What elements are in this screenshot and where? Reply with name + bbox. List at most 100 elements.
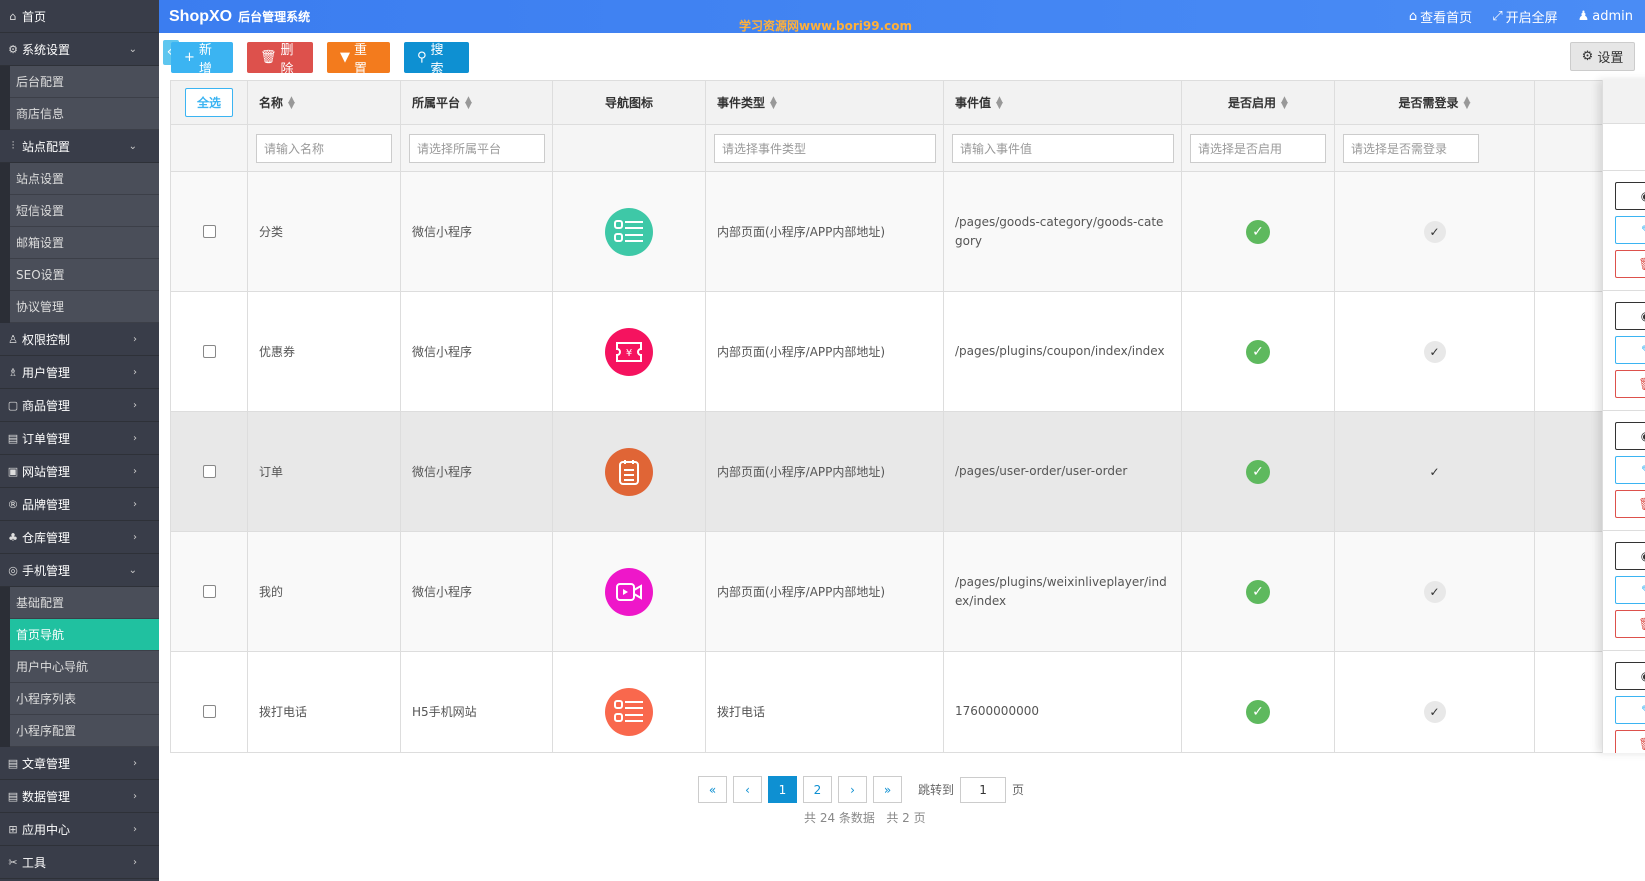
last-page-button[interactable]: » <box>873 776 902 803</box>
header-name[interactable]: 名称 ▲ ▼ <box>248 81 401 124</box>
sidebar-item-permissions[interactable]: ♙ 权限控制 › <box>0 323 159 356</box>
chevron-down-icon: ⌄ <box>128 140 137 152</box>
header-enabled[interactable]: 是否启用 ▲ ▼ <box>1182 81 1335 124</box>
header-event-value[interactable]: 事件值 ▲ ▼ <box>944 81 1182 124</box>
page-1-button[interactable]: 1 <box>768 776 797 803</box>
sidebar-item-goods[interactable]: ▢ 商品管理 › <box>0 389 159 422</box>
sidebar-subitem-basic-config[interactable]: 基础配置 <box>10 587 159 619</box>
edit-button[interactable]: ✎编辑 <box>1615 336 1645 364</box>
sidebar-item-tools[interactable]: ✂ 工具 › <box>0 846 159 879</box>
view-home-link[interactable]: ⌂ 查看首页 <box>1409 7 1472 26</box>
select-all-button[interactable]: 全选 <box>185 88 233 117</box>
detail-button[interactable]: ◉详情 <box>1615 422 1645 450</box>
sidebar-subitem-admin-config[interactable]: 后台配置 <box>10 66 159 98</box>
sidebar-item-site-config[interactable]: ⫶ 站点配置 ⌄ <box>0 130 159 163</box>
add-label: 新增 <box>198 42 212 77</box>
row-checkbox[interactable] <box>202 585 216 598</box>
detail-button[interactable]: ◉详情 <box>1615 662 1645 690</box>
add-button[interactable]: + 新增 <box>171 42 233 77</box>
search-button[interactable]: ⚲ 搜索 <box>404 42 469 77</box>
sidebar-item-warehouse[interactable]: ♣ 仓库管理 › <box>0 521 159 554</box>
edit-button[interactable]: ✎编辑 <box>1615 576 1645 604</box>
edit-button[interactable]: ✎编辑 <box>1615 696 1645 724</box>
edit-button[interactable]: ✎编辑 <box>1615 216 1645 244</box>
event-value-filter-input[interactable]: 请输入事件值 <box>952 133 1174 163</box>
event-type-filter-select[interactable]: 请选择事件类型 <box>714 133 936 163</box>
remove-button[interactable]: 🗑删除 <box>1615 490 1645 518</box>
jump-page-input[interactable]: 1 <box>960 776 1007 803</box>
header-ops: 操作 <box>1603 80 1645 124</box>
sidebar-item-label: 用户管理 <box>22 365 71 380</box>
sidebar-item-home[interactable]: ⌂ 首页 <box>0 0 159 33</box>
sort-icon: ▲ ▼ <box>770 94 777 111</box>
eye-icon: ◉ <box>1641 309 1645 323</box>
header-login[interactable]: 是否需登录 ▲ ▼ <box>1335 81 1535 124</box>
sidebar-subitem-home-nav[interactable]: 首页导航 <box>10 619 159 651</box>
remove-button[interactable]: 🗑删除 <box>1615 370 1645 398</box>
icon-cell <box>553 532 706 651</box>
fullscreen-link[interactable]: ⤢ 开启全屏 <box>1492 7 1557 26</box>
login-filter-select[interactable]: 请选择是否需登录 <box>1343 133 1479 163</box>
sidebar-subitem-user-center-nav[interactable]: 用户中心导航 <box>10 651 159 683</box>
filter-cell: 请选择是否启用 <box>1182 125 1335 171</box>
sidebar-item-brands[interactable]: ® 品牌管理 › <box>0 488 159 521</box>
sidebar-subitem-email-settings[interactable]: 邮箱设置 <box>10 227 159 259</box>
sidebar-subitem-agreement[interactable]: 协议管理 <box>10 291 159 323</box>
ops-filter-cell <box>1603 124 1645 171</box>
sidebar-item-orders[interactable]: ▤ 订单管理 › <box>0 422 159 455</box>
sidebar-item-website[interactable]: ▣ 网站管理 › <box>0 455 159 488</box>
eye-icon: ◉ <box>1641 429 1645 443</box>
delete-button[interactable]: 🗑 删除 <box>247 42 313 77</box>
sidebar-item-apps[interactable]: ⊞ 应用中心 › <box>0 813 159 846</box>
sidebar-subitem-shop-info[interactable]: 商店信息 <box>10 98 159 130</box>
enabled-filter-select[interactable]: 请选择是否启用 <box>1190 133 1326 163</box>
sidebar-item-label: 手机管理 <box>22 563 71 578</box>
svg-text:¥: ¥ <box>626 348 632 359</box>
reset-button[interactable]: ▼ 重置 <box>327 42 390 77</box>
header-platform[interactable]: 所属平台 ▲ ▼ <box>401 81 553 124</box>
name-cell: 拨打电话 <box>248 652 401 752</box>
header-label: 事件类型 <box>717 96 766 110</box>
name-filter-input[interactable]: 请输入名称 <box>256 133 392 163</box>
detail-button[interactable]: ◉详情 <box>1615 182 1645 210</box>
prev-page-button[interactable]: ‹ <box>733 776 762 803</box>
remove-button[interactable]: 🗑删除 <box>1615 250 1645 278</box>
chevron-right-icon: › <box>133 823 137 835</box>
sidebar-subitem-seo-settings[interactable]: SEO设置 <box>10 259 159 291</box>
enabled-cell: ✓ <box>1182 412 1335 531</box>
next-page-button[interactable]: › <box>838 776 867 803</box>
user-menu[interactable]: ♟ admin <box>1578 9 1633 24</box>
detail-button[interactable]: ◉详情 <box>1615 542 1645 570</box>
sidebar-item-mobile[interactable]: ◎ 手机管理 ⌄ <box>0 554 159 587</box>
platform-filter-select[interactable]: 请选择所属平台 <box>409 133 545 163</box>
sidebar-item-label: 文章管理 <box>22 756 71 771</box>
page-2-button[interactable]: 2 <box>803 776 832 803</box>
event-value-cell: /pages/goods-category/goods-category <box>944 172 1182 291</box>
edit-button[interactable]: ✎编辑 <box>1615 456 1645 484</box>
sidebar-subitem-sms-settings[interactable]: 短信设置 <box>10 195 159 227</box>
sidebar-subitem-miniprogram-config[interactable]: 小程序配置 <box>10 715 159 747</box>
remove-button[interactable]: 🗑删除 <box>1615 610 1645 638</box>
trash-icon: 🗑 <box>260 50 277 65</box>
row-checkbox[interactable] <box>202 465 216 478</box>
sidebar-item-users[interactable]: ♗ 用户管理 › <box>0 356 159 389</box>
row-checkbox[interactable] <box>202 225 216 238</box>
first-page-button[interactable]: « <box>698 776 727 803</box>
row-checkbox[interactable] <box>202 705 216 718</box>
edit-icon: ✎ <box>1641 343 1645 357</box>
settings-button[interactable]: ⚙ 设置 <box>1570 42 1635 71</box>
detail-button[interactable]: ◉详情 <box>1615 302 1645 330</box>
sliders-icon: ⫶ <box>11 139 15 152</box>
users-icon: ♗ <box>8 365 18 379</box>
event-value-cell: /pages/plugins/coupon/index/index <box>944 292 1182 411</box>
sidebar-item-articles[interactable]: ▤ 文章管理 › <box>0 747 159 780</box>
row-checkbox[interactable] <box>202 345 216 358</box>
sidebar-subitem-site-settings[interactable]: 站点设置 <box>10 163 159 195</box>
sidebar-item-data[interactable]: ▤ 数据管理 › <box>0 780 159 813</box>
username: admin <box>1592 9 1633 24</box>
remove-button[interactable]: 🗑删除 <box>1615 730 1645 753</box>
check-circle-icon: ✓ <box>1246 219 1270 244</box>
header-event-type[interactable]: 事件类型 ▲ ▼ <box>706 81 944 124</box>
sidebar-item-system-settings[interactable]: ⚙ 系统设置 ⌄ <box>0 33 159 66</box>
sidebar-subitem-miniprogram-list[interactable]: 小程序列表 <box>10 683 159 715</box>
